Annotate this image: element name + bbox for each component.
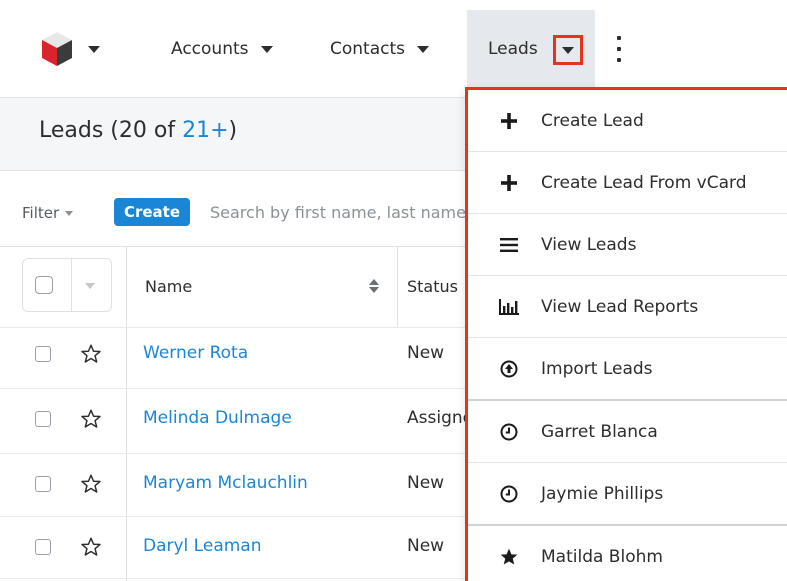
filter-dropdown-button[interactable]: Filter bbox=[22, 199, 74, 227]
star-outline-icon[interactable] bbox=[80, 473, 102, 495]
nav-tab-contacts-label: Contacts bbox=[330, 39, 405, 59]
nav-tab-leads[interactable]: Leads bbox=[488, 27, 538, 71]
menu-item-label: View Leads bbox=[541, 234, 637, 255]
menu-item-label: View Lead Reports bbox=[541, 296, 699, 317]
create-filter-button[interactable]: Create bbox=[114, 198, 190, 226]
select-all-checkbox[interactable] bbox=[35, 276, 53, 294]
column-divider bbox=[397, 247, 398, 327]
app-logo-menu[interactable] bbox=[40, 27, 120, 71]
column-header-name[interactable]: Name bbox=[145, 277, 192, 296]
column-divider bbox=[126, 247, 127, 581]
bar-chart-icon bbox=[498, 296, 520, 318]
total-count-link[interactable]: 21+ bbox=[182, 118, 228, 143]
menu-item-label: Garret Blanca bbox=[541, 421, 658, 442]
row-checkbox[interactable] bbox=[35, 476, 51, 492]
chevron-down-icon bbox=[562, 46, 574, 54]
upload-circle-icon bbox=[498, 358, 520, 380]
menu-item-label: Create Lead bbox=[541, 110, 644, 131]
menu-item-create-lead-vcard[interactable]: Create Lead From vCard bbox=[468, 152, 787, 213]
leads-menu-toggle-button[interactable] bbox=[553, 35, 583, 65]
clock-icon bbox=[498, 421, 520, 443]
menu-item-view-leads[interactable]: View Leads bbox=[468, 214, 787, 275]
row-checkbox[interactable] bbox=[35, 346, 51, 362]
menu-item-view-lead-reports[interactable]: View Lead Reports bbox=[468, 276, 787, 337]
nav-tab-accounts-label: Accounts bbox=[171, 39, 249, 59]
clock-icon bbox=[498, 483, 520, 505]
star-filled-icon bbox=[498, 546, 520, 568]
search-input[interactable] bbox=[198, 196, 466, 228]
menu-item-label: Jaymie Phillips bbox=[541, 483, 664, 504]
menu-item-recent-jaymie-phillips[interactable]: Jaymie Phillips bbox=[468, 463, 787, 524]
lead-status: New bbox=[407, 473, 445, 493]
lead-status: New bbox=[407, 343, 445, 363]
page-title: Leads (20 of 21+) bbox=[39, 118, 237, 143]
column-header-status[interactable]: Status bbox=[407, 277, 458, 296]
page-title-prefix: Leads (20 of bbox=[39, 118, 183, 143]
row-checkbox[interactable] bbox=[35, 539, 51, 555]
nav-tab-leads-label: Leads bbox=[488, 39, 538, 59]
logo-chevron-down-icon bbox=[88, 45, 100, 53]
chevron-down-icon bbox=[260, 45, 273, 53]
menu-item-favorite-matilda-blohm[interactable]: Matilda Blohm bbox=[468, 526, 787, 581]
sort-icon[interactable] bbox=[368, 276, 380, 296]
filter-label: Filter bbox=[22, 204, 60, 222]
more-tabs-kebab-icon[interactable] bbox=[614, 36, 624, 62]
list-icon bbox=[498, 234, 520, 256]
star-outline-icon[interactable] bbox=[80, 408, 102, 430]
menu-item-label: Import Leads bbox=[541, 358, 653, 379]
lead-status: New bbox=[407, 536, 445, 556]
lead-name-link[interactable]: Melinda Dulmage bbox=[143, 408, 292, 428]
nav-tab-contacts[interactable]: Contacts bbox=[330, 27, 429, 71]
cube-logo-icon bbox=[42, 32, 72, 66]
menu-item-import-leads[interactable]: Import Leads bbox=[468, 338, 787, 399]
lead-name-link[interactable]: Daryl Leaman bbox=[143, 536, 262, 556]
plus-icon bbox=[498, 110, 520, 132]
menu-item-create-lead[interactable]: Create Lead bbox=[468, 90, 787, 151]
menu-item-recent-garret-blanca[interactable]: Garret Blanca bbox=[468, 401, 787, 462]
plus-icon bbox=[498, 172, 520, 194]
star-outline-icon[interactable] bbox=[80, 536, 102, 558]
menu-item-label: Create Lead From vCard bbox=[541, 172, 747, 193]
star-outline-icon[interactable] bbox=[80, 343, 102, 365]
nav-tab-accounts[interactable]: Accounts bbox=[171, 27, 273, 71]
chevron-down-icon bbox=[65, 210, 74, 216]
chevron-down-icon bbox=[85, 283, 95, 289]
page-title-suffix: ) bbox=[228, 118, 238, 143]
row-checkbox[interactable] bbox=[35, 411, 51, 427]
select-all-dropdown[interactable] bbox=[22, 258, 112, 312]
chevron-down-icon bbox=[417, 45, 429, 53]
lead-name-link[interactable]: Werner Rota bbox=[143, 343, 248, 363]
menu-item-label: Matilda Blohm bbox=[541, 546, 663, 567]
leads-dropdown-menu: Create Lead Create Lead From vCard View … bbox=[465, 87, 787, 581]
lead-name-link[interactable]: Maryam Mclauchlin bbox=[143, 473, 308, 493]
select-all-divider bbox=[71, 259, 72, 311]
